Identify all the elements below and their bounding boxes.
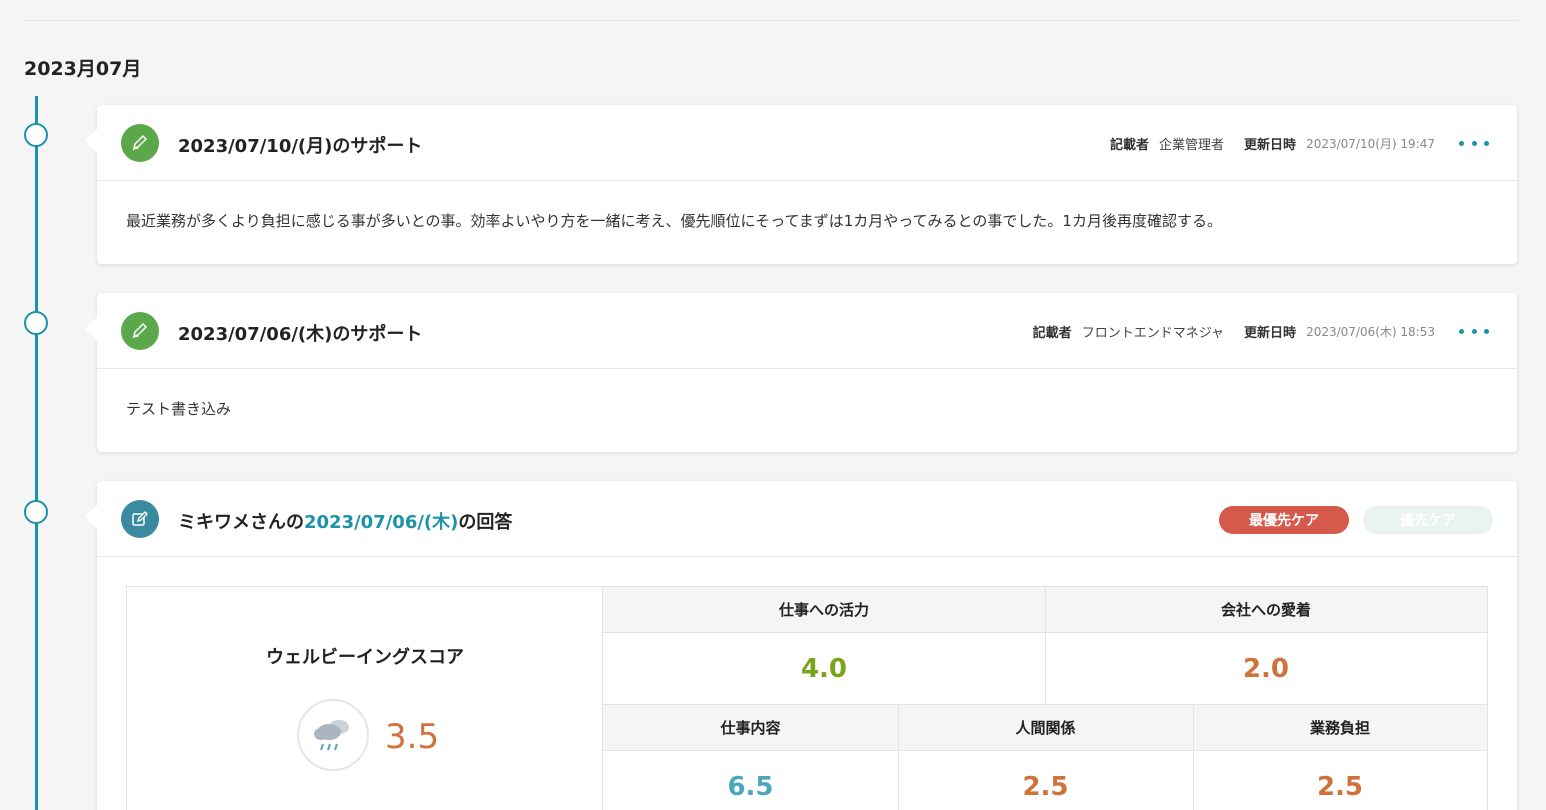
metric-relationships-label: 人間関係 [898, 705, 1193, 751]
metric-relationships-value: 2.5 [1022, 772, 1069, 802]
divider [898, 705, 899, 810]
score-table: ウェルビーイングスコア 3.5 仕事への活力 会社への愛着 4.0 2.0 仕事… [126, 586, 1488, 810]
month-heading: 2023月07月 [24, 58, 142, 80]
card-meta: 記載者 企業管理者 更新日時 2023/07/10(月) 19:47 [1110, 134, 1435, 153]
author-label: 記載者 [1110, 138, 1150, 153]
top-divider [24, 20, 1518, 21]
metric-vitality-value: 4.0 [800, 654, 848, 684]
wellbeing-score: 3.5 [385, 717, 440, 757]
wellbeing-label: ウェルビーイングスコア [266, 647, 464, 668]
answer-date-link[interactable]: 2023/07/06/(木) [304, 512, 458, 533]
timeline-dot [24, 311, 48, 335]
answer-title: ミキワメさんの2023/07/06/(木)の回答 [178, 508, 512, 534]
updated-label: 更新日時 [1244, 138, 1297, 153]
priority-care-badge[interactable]: 優先ケア [1363, 506, 1493, 534]
divider [1193, 705, 1194, 810]
author-name: 企業管理者 [1159, 138, 1225, 153]
rain-cloud-icon [297, 699, 369, 771]
more-options-button[interactable] [1459, 321, 1489, 341]
card-body: 最近業務が多くより負担に感じる事が多いとの事。効率よいやり方を一緒に考え、優先順… [126, 212, 1222, 230]
metric-workload-label: 業務負担 [1193, 705, 1487, 751]
answer-card: ミキワメさんの2023/07/06/(木)の回答 最優先ケア 優先ケア ウェルビ… [85, 481, 1517, 810]
card-title: 2023/07/06/(木)のサポート [178, 324, 423, 345]
wellbeing-cell: ウェルビーイングスコア 3.5 [127, 587, 603, 810]
metric-workload-value: 2.5 [1316, 772, 1364, 802]
updated-date: 2023/07/06(木) 18:53 [1306, 325, 1435, 339]
updated-label: 更新日時 [1244, 326, 1297, 341]
card-meta: 記載者 フロントエンドマネジャ 更新日時 2023/07/06(木) 18:53 [1033, 322, 1435, 341]
answer-title-suffix: の回答 [458, 512, 513, 533]
timeline-dot [24, 123, 48, 147]
card-body: テスト書き込み [126, 400, 232, 418]
metric-vitality-label: 仕事への活力 [603, 587, 1045, 633]
pencil-icon [121, 312, 159, 350]
top-priority-care-badge[interactable]: 最優先ケア [1219, 506, 1349, 534]
support-card: 2023/07/10/(月)のサポート 記載者 企業管理者 更新日時 2023/… [85, 105, 1517, 264]
card-header: ミキワメさんの2023/07/06/(木)の回答 最優先ケア 優先ケア [97, 481, 1517, 557]
metric-work-content-value: 6.5 [727, 772, 774, 802]
author-label: 記載者 [1032, 326, 1072, 341]
answer-title-prefix: ミキワメさんの [178, 512, 304, 533]
card-header: 2023/07/06/(木)のサポート 記載者 フロントエンドマネジャ 更新日時… [97, 293, 1517, 369]
more-options-button[interactable] [1459, 133, 1489, 153]
updated-date: 2023/07/10(月) 19:47 [1306, 137, 1435, 151]
edit-icon [121, 500, 159, 538]
divider [1045, 587, 1046, 705]
timeline-dot [24, 500, 48, 524]
metric-attachment-value: 2.0 [1242, 654, 1290, 684]
metric-work-content-label: 仕事内容 [603, 705, 898, 751]
author-name: フロントエンドマネジャ [1081, 326, 1225, 341]
card-title: 2023/07/10/(月)のサポート [178, 136, 423, 157]
metric-attachment-label: 会社への愛着 [1045, 587, 1487, 633]
pencil-icon [121, 124, 159, 162]
timeline-line [35, 96, 38, 810]
card-header: 2023/07/10/(月)のサポート 記載者 企業管理者 更新日時 2023/… [97, 105, 1517, 181]
support-card: 2023/07/06/(木)のサポート 記載者 フロントエンドマネジャ 更新日時… [85, 293, 1517, 452]
